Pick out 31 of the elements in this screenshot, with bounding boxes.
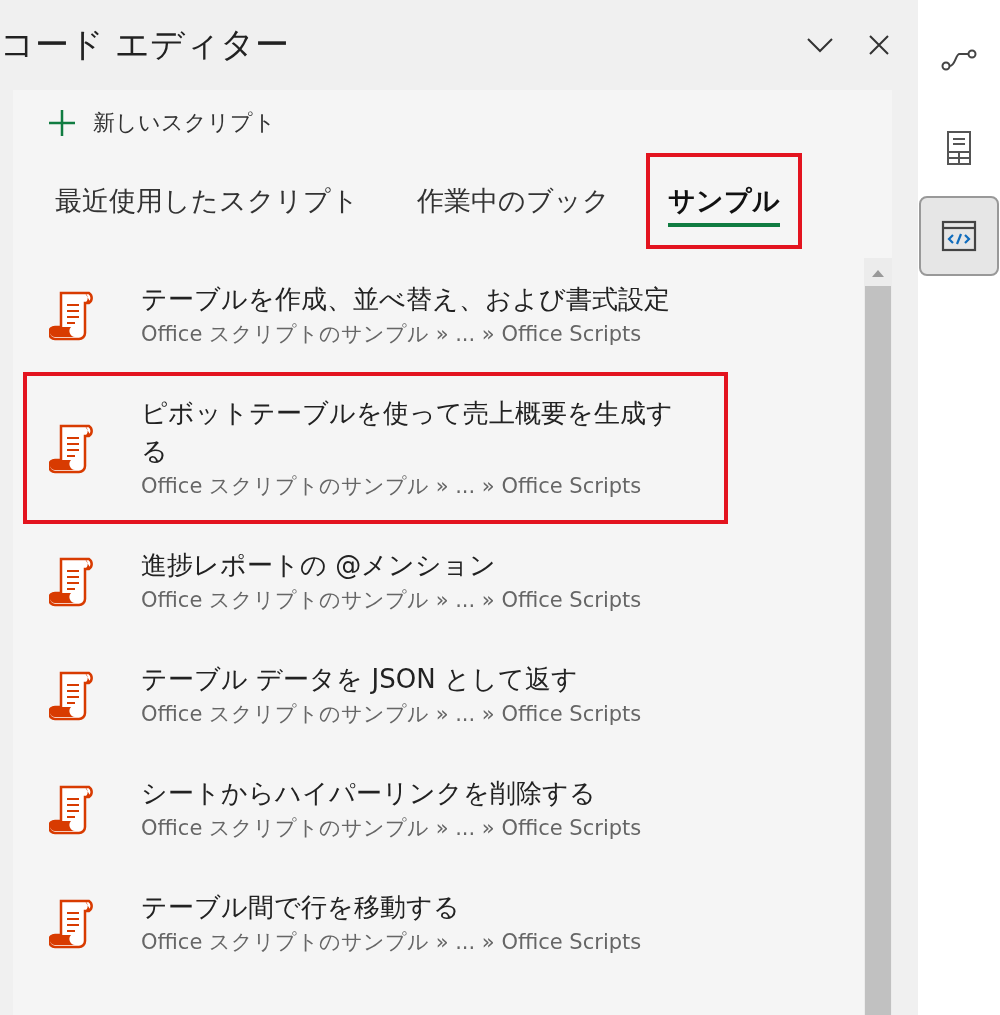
- script-title: 進捗レポートの @メンション: [141, 549, 498, 582]
- plus-icon: [47, 108, 77, 138]
- script-item[interactable]: ピボットテーブルを使って売上概要を生成する Office スクリプトのサンプル » ... » Office Scripts: [23, 372, 728, 524]
- script-item[interactable]: テーブル間で行を移動する Office スクリプトのサンプル » ... » Office Scripts: [23, 866, 728, 980]
- script-item[interactable]: シートからハイパーリンクを削除する Office スクリプトのサンプル » ... » Office Scripts: [23, 752, 728, 866]
- panel-title: コード エディター: [0, 23, 290, 66]
- script-title: テーブル データを JSON として返す: [141, 663, 579, 696]
- script-path: Office スクリプトのサンプル » ... » Office Scripts: [141, 929, 642, 956]
- tab[interactable]: 作業中のブック: [395, 153, 632, 249]
- script-path: Office スクリプトのサンプル » ... » Office Scripts: [141, 587, 642, 614]
- script-item[interactable]: テーブルを作成、並べ替え、および書式設定 Office スクリプトのサンプル » ... » Office Scripts: [23, 258, 728, 372]
- close-icon: [868, 34, 890, 56]
- new-script-button[interactable]: 新しいスクリプト: [43, 104, 280, 142]
- flow-icon: [941, 48, 977, 72]
- chevron-down-icon: [806, 37, 834, 53]
- script-path: Office スクリプトのサンプル » ... » Office Scripts: [141, 815, 642, 842]
- code-icon: [941, 220, 977, 252]
- tab[interactable]: サンプル: [646, 153, 802, 249]
- scrollbar[interactable]: [864, 258, 892, 1015]
- script-item[interactable]: 進捗レポートの @メンション Office スクリプトのサンプル » ... » Office Scripts: [23, 524, 728, 638]
- script-path: Office スクリプトのサンプル » ... » Office Scripts: [141, 473, 643, 500]
- script-title: テーブル間で行を移動する: [141, 891, 461, 924]
- script-title: シートからハイパーリンクを削除する: [141, 777, 597, 810]
- script-title: テーブルを作成、並べ替え、および書式設定: [141, 283, 670, 316]
- form-icon: [946, 130, 972, 166]
- rail-button[interactable]: [919, 196, 999, 276]
- script-title: ピボットテーブルを使って売上概要を生成する: [141, 397, 674, 468]
- script-path: Office スクリプトのサンプル » ... » Office Scripts: [141, 701, 642, 728]
- tab[interactable]: 最近使用したスクリプト: [33, 153, 381, 249]
- script-item[interactable]: テーブル データを JSON として返す Office スクリプトのサンプル » ... » Office Scripts: [23, 638, 728, 752]
- script-path: Office スクリプトのサンプル » ... » Office Scripts: [141, 321, 643, 348]
